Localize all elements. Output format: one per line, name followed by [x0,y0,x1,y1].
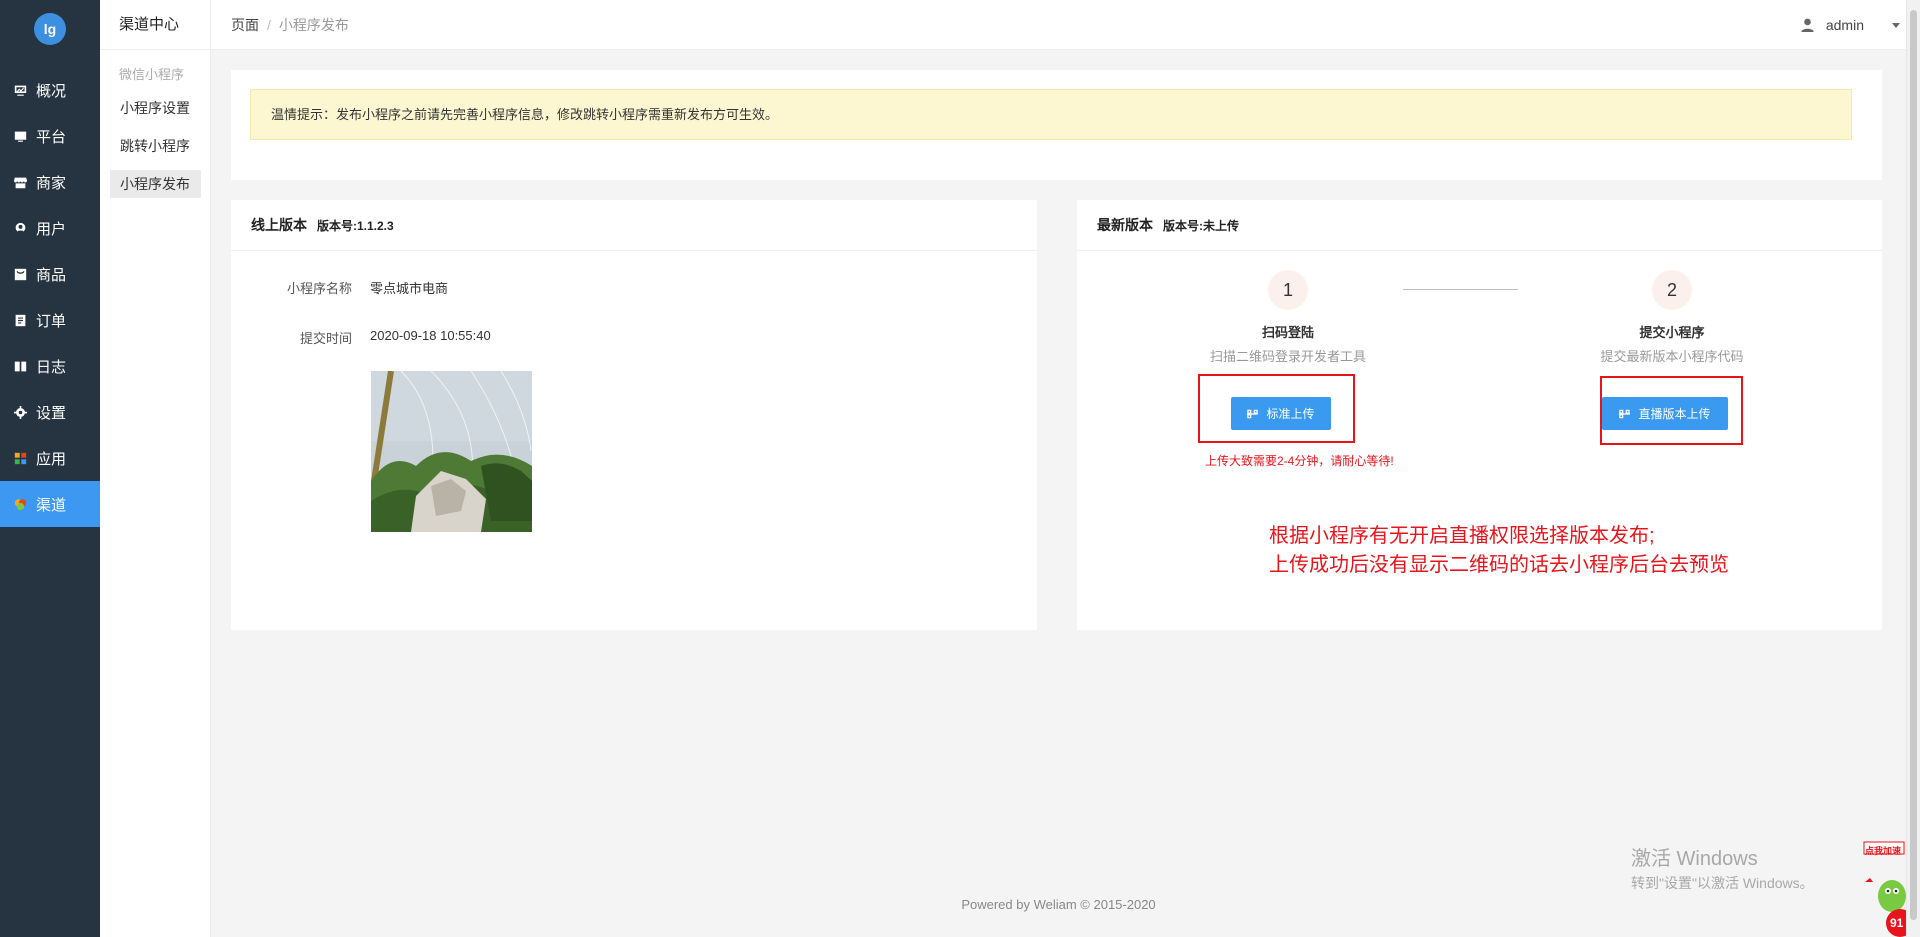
submit-time-row: 提交时间 2020-09-18 10:55:40 [231,328,491,347]
standard-upload-label: 标准上传 [1266,407,1315,421]
chevron-down-icon [1892,22,1900,28]
page-footer: Powered by Weliam © 2015-2020 [961,897,1156,912]
step-connector [1403,289,1518,290]
annotation-line: 上传成功后没有显示二维码的话去小程序后台去预览 [1269,554,1729,576]
nav-item-label: 用户 [36,220,67,238]
latest-version-panel: 最新版本 版本号:未上传 1 扫码登陆 扫描二维码登录开发者工具 2 提交小程序… [1077,200,1882,630]
breadcrumb: 页面 / 小程序发布 [211,15,349,35]
speedup-count: 91 [1890,916,1904,930]
nav-item-users[interactable]: 用户 [0,205,100,251]
nav-item-label: 商家 [36,174,67,192]
user-icon [14,222,27,234]
watermark-title: 激活 Windows [1631,848,1758,870]
log-icon [14,360,27,372]
online-version-title: 线上版本 [251,217,307,233]
submit-time-label: 提交时间 [299,331,352,346]
user-menu[interactable]: admin [1801,0,1906,50]
nav-item-overview[interactable]: 概况 [0,67,100,113]
online-version-number: 版本号:1.1.2.3 [317,218,394,233]
breadcrumb-current: 小程序发布 [278,16,349,33]
subnav-item-miniapp-publish[interactable]: 小程序发布 [110,170,201,198]
qrcode-icon [1619,409,1631,418]
subnav-group-label: 微信小程序 [119,67,185,82]
step-title: 扫码登陆 [1261,325,1314,340]
nav-item-channel[interactable]: 渠道 [0,481,100,527]
miniapp-qrcode-image [371,371,532,532]
step-scan-login: 1 扫码登陆 扫描二维码登录开发者工具 [1188,270,1388,365]
speedup-label: 点我加速 [1865,846,1902,856]
latest-version-header: 最新版本 版本号:未上传 [1077,200,1882,251]
nav-item-label: 日志 [36,358,67,376]
nav-item-label: 平台 [36,128,67,146]
miniapp-name-row: 小程序名称 零点城市电商 [231,278,448,297]
latest-version-title: 最新版本 [1097,217,1153,233]
subnav-title: 渠道中心 [100,0,210,50]
step-number: 1 [1268,270,1308,310]
online-version-header: 线上版本 版本号:1.1.2.3 [231,200,1037,251]
page-scrollbar[interactable] [1906,0,1920,937]
watermark-subtitle: 转到"设置"以激活 Windows。 [1631,875,1814,891]
nav-item-platform[interactable]: 平台 [0,113,100,159]
sub-sidebar: 渠道中心 微信小程序 小程序设置 跳转小程序 小程序发布 [100,0,211,937]
main-sidebar: lg 概况 平台 商家 用户 商品 订单 日志 设置 应用 渠道 [0,0,100,937]
nav-item-label: 设置 [36,404,67,422]
username: admin [1825,17,1864,33]
dashboard-icon [14,84,27,96]
nav-item-apps[interactable]: 应用 [0,435,100,481]
annotation-text: 根据小程序有无开启直播权限选择版本发布; 上传成功后没有显示二维码的话去小程序后… [1269,522,1729,580]
windows-activation-watermark: 激活 Windows 转到"设置"以激活 Windows。 [1631,842,1814,893]
notice-banner: 温情提示：发布小程序之前请先完善小程序信息，修改跳转小程序需重新发布方可生效。 [250,89,1852,140]
channel-icon [14,498,27,510]
nav-item-label: 渠道 [36,496,67,514]
step-title: 提交小程序 [1639,325,1705,340]
breadcrumb-root[interactable]: 页面 [231,17,259,33]
step-submit-miniapp: 2 提交小程序 提交最新版本小程序代码 [1572,270,1772,365]
scrollbar-thumb[interactable] [1910,10,1917,920]
store-icon [14,176,27,188]
nav-item-goods[interactable]: 商品 [0,251,100,297]
miniapp-name-value: 零点城市电商 [370,281,449,296]
qrcode-icon [1247,409,1259,418]
step-description: 扫描二维码登录开发者工具 [1209,349,1366,364]
nav-item-label: 应用 [36,450,67,468]
gear-icon [14,405,27,419]
app-logo[interactable]: lg [34,13,66,45]
monitor-icon [14,130,27,142]
upload-time-tip: 上传大致需要2-4分钟，请耐心等待! [1205,454,1394,468]
main-nav-list: 概况 平台 商家 用户 商品 订单 日志 设置 应用 渠道 [0,67,100,527]
top-header: 页面 / 小程序发布 admin [211,0,1906,50]
user-icon [1801,18,1814,32]
step-number: 2 [1652,270,1692,310]
live-version-upload-button[interactable]: 直播版本上传 [1602,397,1728,430]
online-version-panel: 线上版本 版本号:1.1.2.3 小程序名称 零点城市电商 提交时间 2020-… [231,200,1037,630]
live-version-upload-label: 直播版本上传 [1638,407,1711,421]
nav-item-settings[interactable]: 设置 [0,389,100,435]
miniapp-name-label: 小程序名称 [286,281,352,296]
step-description: 提交最新版本小程序代码 [1600,349,1744,364]
breadcrumb-separator: / [267,16,271,33]
apps-icon [14,452,27,464]
subnav-item-jump-miniapp[interactable]: 跳转小程序 [110,132,201,160]
notice-card: 温情提示：发布小程序之前请先完善小程序信息，修改跳转小程序需重新发布方可生效。 [231,70,1882,180]
annotation-line: 根据小程序有无开启直播权限选择版本发布; [1269,525,1655,547]
nav-item-logs[interactable]: 日志 [0,343,100,389]
subnav-item-miniapp-settings[interactable]: 小程序设置 [110,94,201,122]
floating-speedup-widget[interactable]: 点我加速 91 [1862,836,1914,937]
nav-item-label: 概况 [36,82,67,100]
standard-upload-button[interactable]: 标准上传 [1231,397,1331,430]
goods-icon [14,268,27,280]
nav-item-label: 商品 [36,266,67,284]
submit-time-value: 2020-09-18 10:55:40 [370,328,491,343]
latest-version-number: 版本号:未上传 [1163,218,1239,233]
nav-item-label: 订单 [36,312,67,330]
order-icon [14,314,27,326]
nav-item-orders[interactable]: 订单 [0,297,100,343]
nav-item-merchant[interactable]: 商家 [0,159,100,205]
